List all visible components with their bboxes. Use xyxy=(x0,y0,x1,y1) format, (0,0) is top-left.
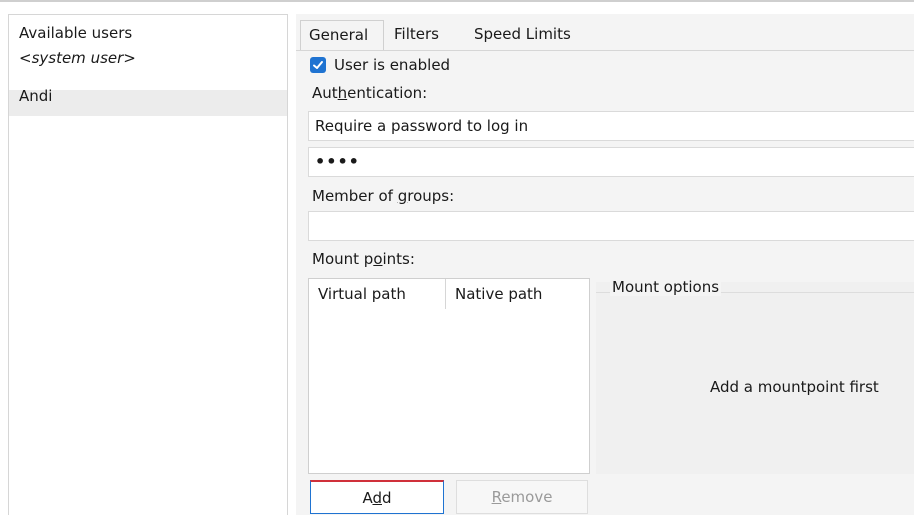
user-item-andi[interactable]: Andi xyxy=(9,87,287,116)
mount-points-label: Mount points: xyxy=(312,250,415,268)
user-enabled-row[interactable]: User is enabled xyxy=(310,54,450,76)
add-mount-button[interactable]: Add xyxy=(310,480,444,514)
mount-options-group: Mount options Add a mountpoint first xyxy=(596,278,914,474)
tab-divider xyxy=(296,50,914,51)
user-item-system[interactable]: <system user> xyxy=(9,46,287,71)
tab-general[interactable]: General xyxy=(300,20,384,50)
users-list-panel[interactable]: Available users <system user> Andi xyxy=(8,14,288,515)
authentication-label: Authentication: xyxy=(312,84,428,102)
tab-speed-limits[interactable]: Speed Limits xyxy=(466,20,594,50)
remove-mount-button[interactable]: Remove xyxy=(456,480,588,514)
groups-label: Member of groups: xyxy=(312,187,455,205)
tab-filters[interactable]: Filters xyxy=(386,20,458,50)
mount-options-title: Mount options xyxy=(610,278,722,296)
groups-field[interactable] xyxy=(308,211,914,241)
column-native-path[interactable]: Native path xyxy=(446,279,589,309)
user-enabled-checkbox[interactable] xyxy=(310,57,326,73)
column-virtual-path[interactable]: Virtual path xyxy=(309,279,446,309)
authentication-select[interactable]: Require a password to log in xyxy=(308,111,914,141)
user-enabled-label: User is enabled xyxy=(334,56,451,74)
user-item-label: Andi xyxy=(19,87,53,105)
password-field[interactable]: •••• xyxy=(308,147,914,177)
mount-options-message: Add a mountpoint first xyxy=(710,378,879,396)
users-list-header: Available users xyxy=(19,24,133,42)
user-settings-area: General Filters Speed Limits User is ena… xyxy=(296,14,914,515)
window-top-edge xyxy=(0,0,914,2)
mount-points-table[interactable]: Virtual path Native path xyxy=(308,278,590,474)
check-icon xyxy=(313,61,323,69)
